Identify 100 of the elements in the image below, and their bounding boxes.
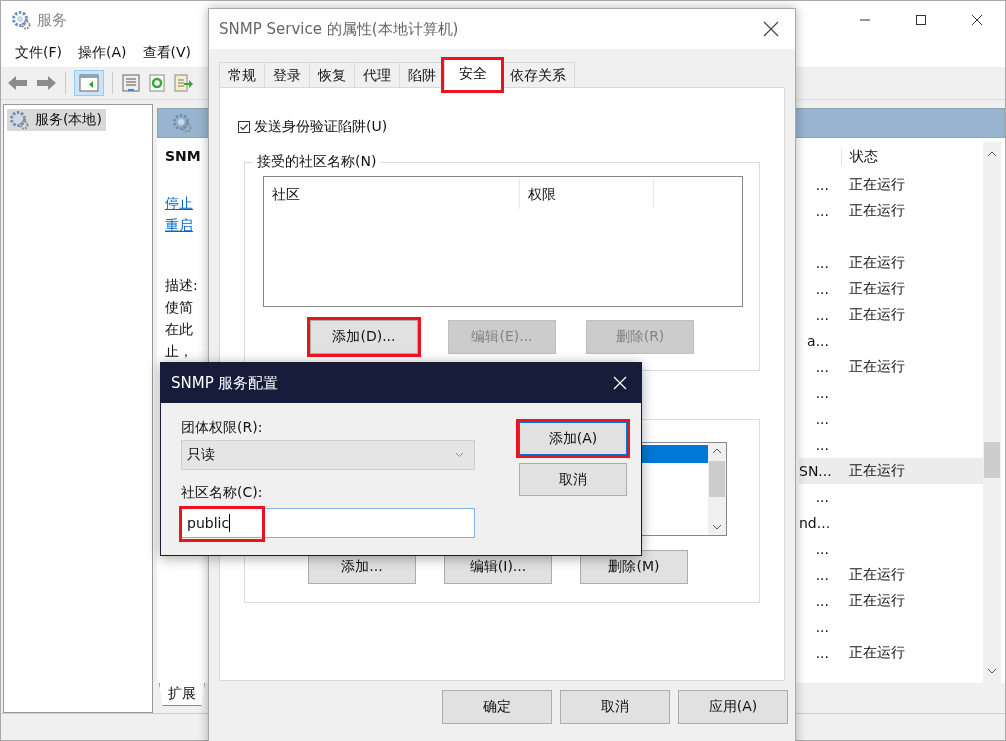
tab[interactable]: 安全: [444, 58, 502, 88]
group-title: 接受的社区名称(N): [253, 153, 381, 171]
status-cell-text: 正在运行: [848, 566, 905, 584]
service-row[interactable]: ...: [799, 380, 983, 406]
refresh-icon[interactable]: [147, 73, 167, 93]
service-name-cell: ...: [815, 541, 829, 557]
maximize-icon[interactable]: [915, 14, 927, 26]
service-name-cell: ...: [815, 307, 829, 323]
service-name-cell: ...: [815, 177, 829, 193]
service-row[interactable]: ... 正在运行: [799, 640, 983, 666]
service-name-cell: a...: [807, 333, 829, 349]
extended-tab[interactable]: 扩展: [159, 683, 205, 706]
window-pane-icon: [79, 74, 99, 92]
column-header[interactable]: 权限: [520, 179, 654, 209]
service-row[interactable]: a...: [799, 328, 983, 354]
service-row[interactable]: ... 正在运行: [799, 562, 983, 588]
dialog-title: SNMP 服务配置: [171, 373, 279, 393]
dialog-button[interactable]: 添加(A): [519, 422, 627, 455]
rights-dropdown[interactable]: 只读: [181, 440, 475, 470]
console-tree-button[interactable]: [74, 70, 104, 96]
description-label: 描述:: [165, 276, 198, 295]
action-link[interactable]: 停止: [165, 192, 193, 214]
status-cell-text: 正在运行: [848, 644, 905, 662]
menu-item[interactable]: 文件(F): [7, 44, 70, 62]
community-list[interactable]: 社区 权限: [263, 176, 743, 307]
scroll-down-icon[interactable]: [987, 667, 997, 675]
export-icon[interactable]: [173, 73, 193, 93]
field-label: 社区名称(C):: [181, 484, 264, 502]
status-cell-text: 正在运行: [848, 592, 905, 610]
tree-item[interactable]: 服务(本地): [7, 109, 106, 131]
close-icon[interactable]: [971, 14, 983, 26]
service-name-cell: ...: [815, 619, 829, 635]
service-row[interactable]: ...: [799, 432, 983, 458]
dialog-button[interactable]: 取消: [560, 690, 670, 724]
service-row[interactable]: nd...: [799, 510, 983, 536]
close-icon[interactable]: [763, 21, 779, 37]
forward-icon[interactable]: [35, 74, 57, 92]
dialog-button[interactable]: 确定: [442, 690, 552, 724]
scrollbar-thumb[interactable]: [984, 442, 1000, 478]
menu-item[interactable]: 操作(A): [70, 44, 135, 62]
community-input[interactable]: public: [181, 508, 475, 538]
host-button[interactable]: 删除(M): [580, 550, 688, 584]
scroll-up-icon[interactable]: [712, 447, 722, 455]
scrollbar[interactable]: [983, 142, 1001, 683]
service-name-cell: ...: [815, 385, 829, 401]
dialog-button[interactable]: 应用(A): [678, 690, 788, 724]
dialog-button[interactable]: 取消: [519, 463, 627, 496]
service-name-cell: ...: [815, 411, 829, 427]
service-row[interactable]: ... 正在运行: [799, 172, 983, 198]
chevron-down-icon: [455, 452, 464, 458]
scroll-down-icon[interactable]: [712, 523, 722, 531]
gear-icon: [11, 10, 31, 30]
service-row[interactable]: ... 正在运行: [799, 198, 983, 224]
service-row[interactable]: ... 正在运行: [799, 276, 983, 302]
scrollbar[interactable]: [708, 443, 726, 535]
gear-icon: [9, 110, 29, 130]
community-button[interactable]: 添加(D)...: [310, 320, 418, 354]
service-name-cell: ...: [815, 255, 829, 271]
service-name-cell: ...: [815, 489, 829, 505]
service-row[interactable]: SN... 正在运行: [799, 458, 983, 484]
status-cell-text: 正在运行: [848, 306, 905, 324]
service-row[interactable]: ...: [799, 614, 983, 640]
service-row[interactable]: ...: [799, 484, 983, 510]
status-cell-text: 正在运行: [848, 176, 905, 194]
back-icon[interactable]: [7, 74, 29, 92]
status-cell-text: 正在运行: [848, 254, 905, 272]
action-link[interactable]: 重启: [165, 214, 193, 236]
description-text: 止，: [165, 342, 193, 361]
scroll-up-icon[interactable]: [987, 150, 997, 158]
properties-icon[interactable]: [121, 73, 141, 93]
description-text: 在此: [165, 320, 193, 339]
status-cell-text: 正在运行: [848, 462, 905, 480]
service-name-cell: ...: [815, 203, 829, 219]
service-name-cell: ...: [815, 437, 829, 453]
scrollbar-thumb[interactable]: [709, 461, 725, 497]
tab[interactable]: 依存关系: [501, 62, 575, 87]
dialog-title: SNMP Service 的属性(本地计算机): [219, 19, 459, 39]
column-header[interactable]: 状态: [841, 148, 878, 166]
service-row[interactable]: ... 正在运行: [799, 588, 983, 614]
service-row[interactable]: ...: [799, 406, 983, 432]
field-label: 团体权限(R):: [181, 419, 264, 437]
service-name-cell: ...: [815, 567, 829, 583]
status-cell-text: 正在运行: [848, 358, 905, 376]
service-name-cell: ...: [815, 359, 829, 375]
service-name-cell: ...: [815, 593, 829, 609]
service-name-cell: ...: [815, 281, 829, 297]
service-row[interactable]: ... 正在运行: [799, 250, 983, 276]
status-cell-text: 正在运行: [848, 280, 905, 298]
service-row[interactable]: ... 正在运行: [799, 302, 983, 328]
service-name: SNM: [165, 148, 201, 164]
tab[interactable]: 常规: [219, 62, 265, 87]
service-row[interactable]: ...: [799, 536, 983, 562]
service-row[interactable]: ... 正在运行: [799, 354, 983, 380]
window-title: 服务: [37, 10, 67, 30]
menu-item[interactable]: 查看(V): [134, 44, 199, 62]
checkbox-label[interactable]: 发送身份验证陷阱(U): [254, 118, 388, 136]
column-header[interactable]: 社区: [264, 179, 520, 209]
checkbox[interactable]: [238, 121, 250, 133]
description-text: 使简: [165, 298, 193, 317]
gear-icon: [172, 113, 192, 133]
